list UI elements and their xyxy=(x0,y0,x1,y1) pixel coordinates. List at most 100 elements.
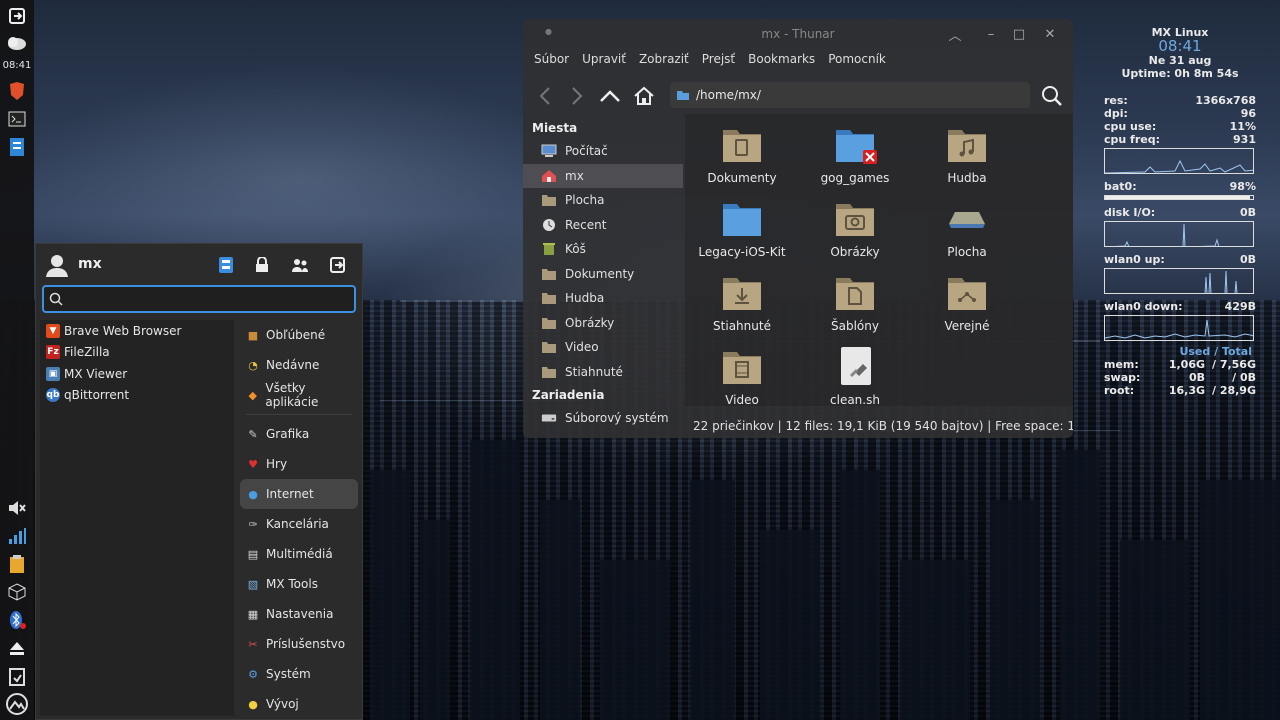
search-icon xyxy=(1042,86,1062,106)
category-office[interactable]: ✑ Kancelária xyxy=(240,509,358,539)
gear-icon: ⚙ xyxy=(248,667,258,681)
folder-icon: ■ xyxy=(247,328,259,342)
file-item[interactable]: gog_games xyxy=(800,116,910,188)
network-icon[interactable] xyxy=(4,524,30,548)
window-titlebar[interactable]: ● mx - Thunar ︿ – □ ✕ xyxy=(523,19,1073,49)
category-label: Hry xyxy=(266,457,288,471)
file-item[interactable]: Stiahnuté xyxy=(687,264,797,336)
app-item[interactable]: qb qBittorrent xyxy=(40,385,234,407)
clipboard-icon[interactable] xyxy=(4,552,30,576)
mx-tools-icon: ▧ xyxy=(247,577,259,591)
volume-muted-icon[interactable] xyxy=(4,496,30,520)
file-manager-icon[interactable] xyxy=(4,135,30,159)
minimize-button[interactable]: – xyxy=(981,24,1001,44)
category-multimedia[interactable]: ▤ Multimédiá xyxy=(240,539,358,569)
home-button[interactable] xyxy=(631,83,657,109)
conky-value: 0B xyxy=(1239,253,1256,266)
file-item[interactable]: Plocha xyxy=(912,190,1022,262)
logout-icon[interactable] xyxy=(4,4,30,28)
lock-screen-button[interactable] xyxy=(250,253,274,277)
category-development[interactable]: ● Vývoj xyxy=(240,689,358,719)
menu-edit[interactable]: Upraviť xyxy=(582,52,626,72)
app-label: Brave Web Browser xyxy=(64,323,182,338)
logout-button[interactable] xyxy=(326,253,350,277)
roll-up-button[interactable]: ︿ xyxy=(945,24,965,44)
sidebar-item-downloads[interactable]: Stiahnuté xyxy=(523,360,683,385)
parent-folder-button[interactable] xyxy=(597,83,623,109)
file-item[interactable]: Verejné xyxy=(912,264,1022,336)
conky-total: / 7,56G xyxy=(1211,358,1256,371)
film-icon: ▤ xyxy=(247,547,259,561)
app-item[interactable]: Fz FileZilla xyxy=(40,342,234,364)
menu-go[interactable]: Prejsť xyxy=(702,52,735,72)
search-field[interactable] xyxy=(42,285,356,313)
settings-manager-button[interactable] xyxy=(214,253,238,277)
category-favorites[interactable]: ■ Obľúbené xyxy=(240,320,358,350)
conky-label: cpu use: xyxy=(1104,120,1157,133)
category-internet[interactable]: ● Internet xyxy=(240,479,358,509)
category-graphics[interactable]: ✎ Grafika xyxy=(240,419,358,449)
file-item[interactable]: clean.sh xyxy=(800,338,910,410)
qbittorrent-icon: qb xyxy=(46,388,60,403)
sidebar-item-pictures[interactable]: Obrázky xyxy=(523,311,683,336)
sidebar-item-trash[interactable]: Kôš xyxy=(523,237,683,262)
menu-bookmarks[interactable]: Bookmarks xyxy=(748,52,815,72)
sidebar-item-home[interactable]: mx xyxy=(523,163,683,188)
maximize-button[interactable]: □ xyxy=(1009,24,1029,44)
app-item[interactable]: ▣ MX Viewer xyxy=(40,363,234,385)
close-button[interactable]: ✕ xyxy=(1040,24,1060,44)
category-system[interactable]: ⚙ Systém xyxy=(240,659,358,689)
terminal-icon[interactable] xyxy=(4,107,30,131)
mx-logo-icon[interactable] xyxy=(4,692,30,716)
sidebar-item-recent[interactable]: Recent xyxy=(523,213,683,238)
sidebar-label: Obrázky xyxy=(565,315,615,330)
file-item[interactable]: Dokumenty xyxy=(687,116,797,188)
file-item[interactable]: Hudba xyxy=(912,116,1022,188)
panel-clock[interactable]: 08:41 xyxy=(3,60,32,71)
search-button[interactable] xyxy=(1039,83,1065,109)
develop-icon: ● xyxy=(248,697,258,711)
file-label: Video xyxy=(725,393,759,407)
sidebar-item-music[interactable]: Hudba xyxy=(523,286,683,311)
chevron-up-icon: ︿ xyxy=(948,28,962,44)
forward-button[interactable] xyxy=(564,83,590,109)
eject-icon[interactable] xyxy=(4,636,30,660)
user-avatar-icon[interactable] xyxy=(44,252,70,278)
file-item[interactable]: Legacy-iOS-Kit xyxy=(687,190,797,262)
brave-icon[interactable] xyxy=(4,79,30,103)
package-icon[interactable] xyxy=(4,580,30,604)
back-button[interactable] xyxy=(532,83,558,109)
sidebar-item-desktop[interactable]: Plocha xyxy=(523,188,683,213)
sidebar-item-videos[interactable]: Video xyxy=(523,335,683,360)
category-accessories[interactable]: ✂ Príslušenstvo xyxy=(240,629,358,659)
category-mx-tools[interactable]: ▧ MX Tools xyxy=(240,569,358,599)
maximize-icon: □ xyxy=(1012,26,1026,42)
category-settings[interactable]: ▦ Nastavenia xyxy=(240,599,358,629)
weather-icon[interactable] xyxy=(4,32,30,56)
category-all-apps[interactable]: ◆ Všetky aplikácie xyxy=(240,380,358,410)
updater-icon[interactable] xyxy=(4,664,30,688)
script-file-icon xyxy=(841,347,871,385)
location-bar[interactable]: /home/mx/ xyxy=(670,82,1030,108)
file-item[interactable]: Šablóny xyxy=(800,264,910,336)
category-games[interactable]: ♥ Hry xyxy=(240,449,358,479)
menu-file[interactable]: Súbor xyxy=(534,52,569,72)
search-input[interactable] xyxy=(68,291,354,307)
menu-view[interactable]: Zobraziť xyxy=(639,52,689,72)
sidebar-label: Hudba xyxy=(565,291,605,306)
file-item[interactable]: Obrázky xyxy=(800,190,910,262)
conky-value: 931 xyxy=(1233,133,1256,146)
sidebar-item-computer[interactable]: Počítač xyxy=(523,139,683,164)
bluetooth-icon[interactable] xyxy=(4,608,30,632)
category-recent[interactable]: ◔ Nedávne xyxy=(240,350,358,380)
sidebar-item-documents[interactable]: Dokumenty xyxy=(523,262,683,287)
file-item[interactable]: Video xyxy=(687,338,797,410)
conky-label: mem: xyxy=(1104,358,1139,371)
switch-user-icon xyxy=(292,259,308,272)
conky-value: 96 xyxy=(1240,107,1256,120)
file-label: Hudba xyxy=(947,171,987,185)
app-item[interactable]: ▼ Brave Web Browser xyxy=(40,320,234,342)
category-label: Obľúbené xyxy=(266,328,326,342)
menu-help[interactable]: Pomocník xyxy=(828,52,886,72)
switch-user-button[interactable] xyxy=(288,253,312,277)
